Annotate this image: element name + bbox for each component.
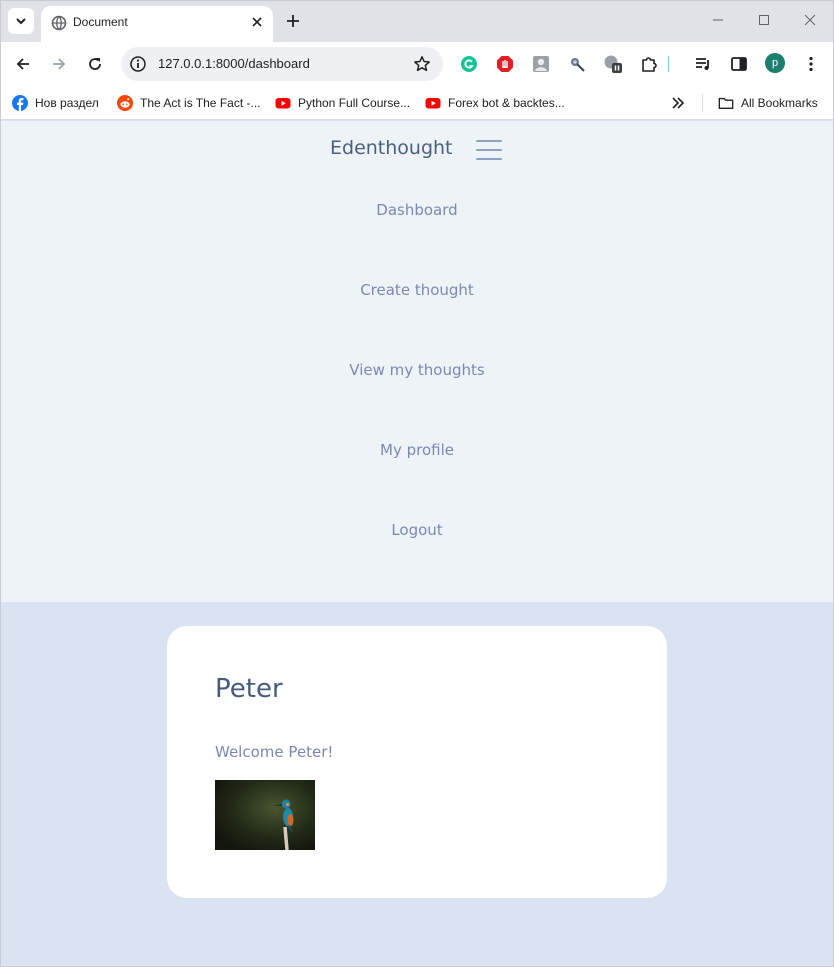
address-bar[interactable]: 127.0.0.1:8000/dashboard: [121, 47, 443, 81]
profile-photo: [215, 780, 315, 850]
portrait-extension-icon[interactable]: [531, 54, 551, 74]
plus-icon: [287, 15, 299, 27]
dashboard-card: Peter Welcome Peter!: [167, 626, 667, 898]
bookmark-item[interactable]: Python Full Course...: [275, 94, 410, 112]
side-panel-icon[interactable]: [729, 54, 749, 74]
bookmark-item[interactable]: The Act is The Fact -...: [117, 94, 261, 112]
kebab-menu-icon[interactable]: [801, 54, 821, 74]
page-viewport: Edenthought Dashboard Create thought Vie…: [0, 121, 834, 967]
bookmarks-divider: [702, 94, 703, 112]
bookmark-item[interactable]: Нов раздел: [12, 94, 99, 112]
puzzle-extensions-icon[interactable]: [639, 54, 659, 74]
nav-link-dashboard[interactable]: Dashboard: [1, 201, 833, 281]
arrow-right-icon: [53, 58, 66, 70]
close-window-button[interactable]: [795, 8, 825, 32]
reddit-icon: [117, 95, 133, 111]
adblock-extension-icon[interactable]: [495, 54, 515, 74]
tab-search-button[interactable]: [8, 8, 34, 34]
nav-links: Dashboard Create thought View my thought…: [1, 201, 833, 601]
tab-title: Document: [73, 15, 128, 29]
minimize-icon: [713, 19, 723, 21]
all-bookmarks-label: All Bookmarks: [741, 96, 818, 110]
arrow-left-icon: [16, 58, 29, 70]
youtube-icon: [425, 95, 441, 111]
satellite-extension-icon[interactable]: [567, 54, 587, 74]
facebook-icon: [12, 95, 28, 111]
nav-link-my-profile[interactable]: My profile: [1, 441, 833, 521]
browser-tabstrip: Document: [0, 0, 834, 42]
username-heading: Peter: [215, 674, 283, 704]
bookmark-label: The Act is The Fact -...: [140, 96, 261, 110]
nav-link-view-my-thoughts[interactable]: View my thoughts: [1, 361, 833, 441]
youtube-icon: [275, 95, 291, 111]
site-info-icon[interactable]: [129, 55, 147, 77]
folder-icon: [718, 95, 734, 111]
reload-button[interactable]: [82, 51, 108, 77]
all-bookmarks-button[interactable]: All Bookmarks: [718, 94, 818, 112]
bookmark-label: Нов раздел: [35, 96, 99, 110]
nav-link-create-thought[interactable]: Create thought: [1, 281, 833, 361]
maximize-icon: [759, 15, 769, 25]
back-button[interactable]: [10, 51, 36, 77]
browser-toolbar: 127.0.0.1:8000/dashboard p: [0, 42, 834, 86]
minimize-button[interactable]: [703, 8, 733, 32]
bookmark-star-icon[interactable]: [413, 55, 431, 77]
url-text[interactable]: 127.0.0.1:8000/dashboard: [158, 56, 310, 71]
double-chevron-right-icon: [672, 97, 685, 109]
bookmark-label: Python Full Course...: [298, 96, 411, 110]
globe-icon: [51, 15, 67, 35]
brand-logo-text[interactable]: Edenthought: [330, 137, 453, 159]
kingfisher-photo: [215, 780, 315, 850]
welcome-message: Welcome Peter!: [215, 743, 334, 761]
bookmark-label: Forex bot & backtes...: [448, 96, 565, 110]
close-tab-icon[interactable]: [249, 14, 265, 30]
more-bookmarks-button[interactable]: [671, 94, 685, 112]
close-icon: [804, 14, 816, 26]
new-tab-button[interactable]: [282, 10, 304, 32]
paused-extension-icon[interactable]: [603, 54, 623, 74]
profile-avatar[interactable]: p: [765, 53, 785, 73]
bookmark-item[interactable]: Forex bot & backtes...: [425, 94, 565, 112]
nav-link-logout[interactable]: Logout: [1, 521, 833, 601]
reload-icon: [89, 58, 101, 70]
active-tab[interactable]: Document: [41, 6, 273, 42]
hamburger-menu-icon[interactable]: [476, 140, 502, 162]
media-queue-icon[interactable]: [693, 54, 713, 74]
maximize-button[interactable]: [749, 8, 779, 32]
site-navbar: Edenthought Dashboard Create thought Vie…: [1, 121, 833, 602]
forward-button[interactable]: [46, 51, 72, 77]
toolbar-divider: [667, 54, 669, 74]
chevron-down-icon: [16, 18, 26, 25]
bookmarks-bar: Нов раздел The Act is The Fact -... Pyth…: [0, 86, 834, 120]
grammarly-extension-icon[interactable]: [459, 54, 479, 74]
